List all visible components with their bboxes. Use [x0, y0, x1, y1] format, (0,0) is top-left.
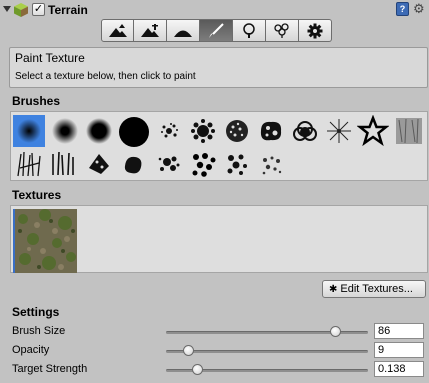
brush-leaves[interactable] [83, 148, 115, 180]
tool-title: Paint Texture [15, 51, 85, 65]
edit-textures-button[interactable]: ✱ Edit Textures... [322, 280, 426, 298]
brush-pebbles[interactable] [255, 148, 287, 180]
brush-soft-small[interactable] [13, 115, 45, 147]
edit-textures-icon: ✱ [329, 283, 338, 295]
brush-grid [10, 111, 428, 181]
brush-noise[interactable] [221, 115, 253, 147]
textures-heading: Textures [12, 188, 62, 202]
opacity-label: Opacity [12, 344, 50, 356]
edit-textures-label: Edit Textures... [340, 283, 413, 295]
brush-star[interactable] [356, 114, 390, 147]
settings-menu-icon[interactable]: ⚙ [413, 1, 425, 17]
brush-dots[interactable] [187, 148, 219, 180]
brush-size-field[interactable]: 86 [374, 323, 424, 339]
opacity-slider-track[interactable] [166, 350, 368, 353]
brush-texture-rough[interactable] [393, 115, 425, 147]
texture-thumbnail-grass-dirt[interactable] [13, 209, 77, 273]
paintbrush-icon [209, 22, 224, 38]
inspector-header: ✓ Terrain ? ⚙ [0, 0, 429, 20]
component-title: Terrain [48, 3, 88, 17]
brush-size-slider-thumb[interactable] [330, 326, 342, 337]
brush-soft-medium[interactable] [49, 115, 81, 147]
texture-list [10, 205, 428, 273]
target-strength-field[interactable]: 0.138 [374, 361, 424, 377]
target-strength-slider-thumb[interactable] [192, 364, 204, 375]
tool-hint: Select a texture below, then click to pa… [15, 71, 196, 82]
tool-info-box: Paint Texture Select a texture below, th… [9, 47, 428, 88]
opacity-row: Opacity 9 [0, 342, 429, 360]
brush-grass-2[interactable] [47, 148, 79, 180]
brush-starburst[interactable] [323, 115, 355, 147]
brush-size-row: Brush Size 86 [0, 323, 429, 341]
brush-smudge[interactable] [117, 148, 149, 180]
tree-icon [243, 22, 255, 38]
opacity-slider-thumb[interactable] [183, 345, 195, 356]
brush-hard-round[interactable] [117, 115, 149, 147]
paint-texture-tool-button[interactable] [200, 19, 233, 42]
mountain-height-icon [141, 23, 159, 37]
brush-rocks[interactable] [221, 148, 253, 180]
paint-height-tool-button[interactable] [134, 19, 167, 42]
brush-soft-round[interactable] [83, 115, 115, 147]
terrain-settings-tool-button[interactable] [299, 19, 332, 42]
brush-splatter[interactable] [153, 148, 185, 180]
help-icon[interactable]: ? [396, 2, 409, 16]
brush-blotch[interactable] [255, 115, 287, 147]
brush-size-label: Brush Size [12, 325, 66, 337]
smooth-height-tool-button[interactable] [167, 19, 200, 42]
raise-lower-tool-button[interactable] [101, 19, 134, 42]
foldout-arrow-icon[interactable] [3, 6, 11, 12]
gear-icon [307, 23, 323, 38]
terrain-tool-toolbar [101, 19, 332, 42]
brush-scatter[interactable] [187, 115, 219, 147]
terrain-cube-icon [14, 3, 28, 17]
brush-speckle[interactable] [153, 115, 185, 147]
paint-details-tool-button[interactable] [266, 19, 299, 42]
target-strength-row: Target Strength 0.138 [0, 361, 429, 379]
place-trees-tool-button[interactable] [233, 19, 266, 42]
settings-heading: Settings [12, 305, 60, 319]
brush-grass-1[interactable] [13, 148, 45, 180]
brush-cloud[interactable] [289, 115, 321, 147]
mountain-up-icon [108, 23, 127, 37]
opacity-field[interactable]: 9 [374, 342, 424, 358]
target-strength-label: Target Strength [12, 363, 88, 375]
brushes-heading: Brushes [12, 94, 61, 108]
enabled-checkbox[interactable]: ✓ [32, 3, 45, 16]
mountain-smooth-icon [174, 30, 192, 37]
flowers-icon [274, 22, 289, 38]
